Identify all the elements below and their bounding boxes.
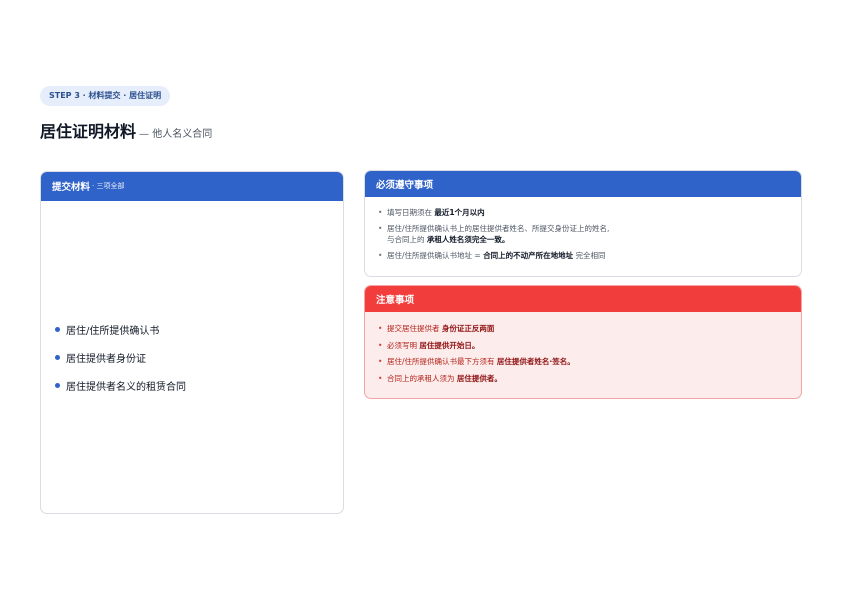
notice-item: • 提交居住提供者 身份证正反两面 xyxy=(378,324,495,333)
materials-note: · 三项全部 xyxy=(92,182,125,190)
notice-card-header: 注意事项 xyxy=(365,286,801,312)
material-item-label: 居住提供者名义的租赁合同 xyxy=(66,382,186,393)
material-item: 居住/住所提供确认书 xyxy=(55,322,186,337)
material-item: 居住提供者名义的租赁合同 xyxy=(55,378,186,393)
bullet-icon: • xyxy=(378,208,383,217)
bullet-dot-icon xyxy=(55,355,60,360)
materials-title: 提交材料 xyxy=(52,182,91,193)
rule-item: • 居住/住所提供确认书地址 = 合同上的不动产所在地地址 完全相同 xyxy=(378,251,606,260)
material-item: 居住提供者身份证 xyxy=(55,350,186,365)
material-item-label: 居住/住所提供确认书 xyxy=(66,326,160,337)
rules-title: 必须遵守事项 xyxy=(376,179,434,191)
material-item-label: 居住提供者身份证 xyxy=(66,354,146,365)
bullet-icon: • xyxy=(378,357,383,366)
step-badge: STEP 3 · 材料提交 · 居住证明 xyxy=(40,86,171,106)
materials-card-header: 提交材料 · 三项全部 xyxy=(41,172,343,201)
bullet-icon: • xyxy=(378,340,383,350)
notice-title: 注意事项 xyxy=(376,294,415,306)
rules-list: • 填写日期须在 最近1个月以内 • 居住/住所提供确认书上的居住提供者姓名、所提交… xyxy=(365,197,801,261)
bullet-icon: • xyxy=(378,224,383,233)
page-subtitle: — 他人名义合同 xyxy=(139,129,213,140)
notice-list: • 提交居住提供者 身份证正反两面 • 必须写明 居住提供开始日。 • 居住/住所提供… xyxy=(365,312,801,384)
bullet-icon: • xyxy=(378,324,383,333)
bullet-dot-icon xyxy=(55,383,60,388)
rule-item: • 填写日期须在 最近1个月以内 xyxy=(378,208,485,217)
bullet-icon: • xyxy=(378,251,383,260)
rule-item: • 居住/住所提供确认书上的居住提供者姓名、所提交身份证上的姓名, 与合同上的 承租… xyxy=(378,224,610,244)
rules-card-header: 必须遵守事项 xyxy=(365,171,801,197)
rules-card: 必须遵守事项 • 填写日期须在 最近1个月以内 • 居住/住所提供确认书上的居住提供… xyxy=(364,170,802,277)
page-title-main: 居住证明材料 xyxy=(40,122,137,141)
bullet-dot-icon xyxy=(55,327,60,332)
notice-item: • 合同上的承租人须为 居住提供者。 xyxy=(378,373,502,383)
materials-card: 提交材料 · 三项全部 居住/住所提供确认书 居住提供者身份证 居住提供者名义的… xyxy=(40,171,344,514)
page-title: 居住证明材料 — 他人名义合同 xyxy=(40,118,212,142)
materials-list: 居住/住所提供确认书 居住提供者身份证 居住提供者名义的租赁合同 xyxy=(55,322,186,406)
bullet-icon: • xyxy=(378,373,383,383)
notice-item: • 必须写明 居住提供开始日。 xyxy=(378,340,480,350)
notice-card: 注意事项 • 提交居住提供者 身份证正反两面 • 必须写明 居住提供开始日。 • 居住… xyxy=(364,285,802,399)
notice-item: • 居住/住所提供确认书最下方须有 居住提供者姓名·签名。 xyxy=(378,357,575,366)
